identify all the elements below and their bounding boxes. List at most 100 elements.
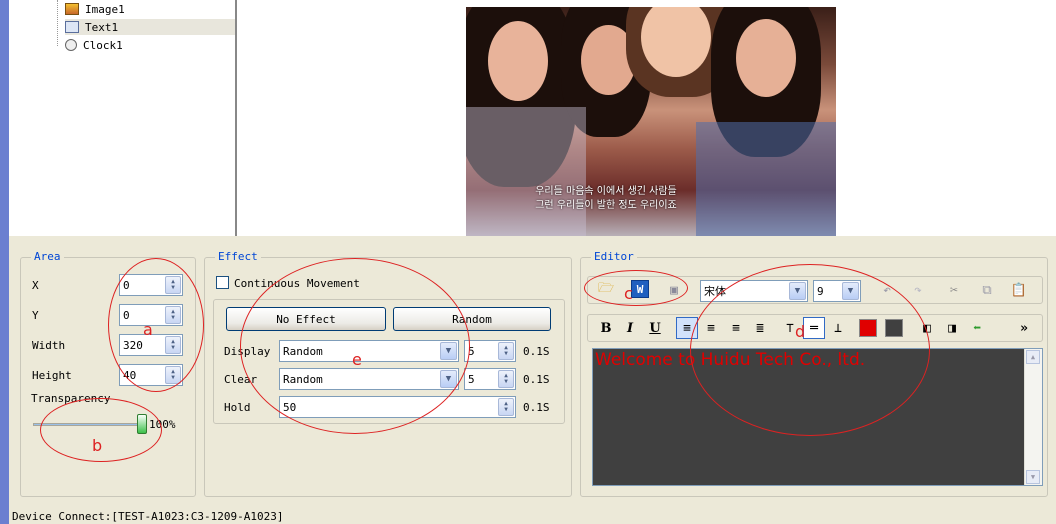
word-import-icon[interactable]: W: [631, 280, 649, 298]
transparency-slider-thumb[interactable]: [137, 414, 147, 434]
effect-group: Effect Continuous Movement No Effect Ran…: [204, 250, 572, 497]
scroll-down-icon[interactable]: ▼: [1026, 470, 1040, 484]
x-spinbox[interactable]: 0 ▲ ▼: [119, 274, 183, 296]
align-justify-icon[interactable]: ≣: [749, 317, 771, 339]
spin-arrows-icon[interactable]: ▲ ▼: [165, 306, 181, 324]
scroll-up-icon[interactable]: ▲: [1026, 350, 1040, 364]
align-right-icon[interactable]: ≡: [725, 317, 747, 339]
y-label: Y: [32, 309, 39, 322]
clear-label: Clear: [224, 373, 258, 386]
tree-item-label: Image1: [85, 2, 125, 16]
bold-button[interactable]: B: [595, 317, 617, 339]
clear-effect-select[interactable]: Random ▼: [279, 368, 459, 390]
send-back-icon[interactable]: ◨: [941, 317, 963, 339]
subtitle-line: 그런 우리들이 발한 정도 우리이죠: [535, 200, 677, 211]
spin-arrows-icon[interactable]: ▲ ▼: [165, 276, 181, 294]
font-select[interactable]: 宋体 ▼: [700, 280, 808, 302]
chevron-down-icon[interactable]: ▼: [789, 282, 806, 300]
bring-front-icon[interactable]: ◧: [916, 317, 938, 339]
text-editor-area[interactable]: Welcome to Huidu Tech Co., ltd. ▲ ▼: [592, 348, 1043, 486]
window-left-edge: [0, 0, 9, 236]
hold-spinbox[interactable]: 50 ▲ ▼: [279, 396, 516, 418]
random-label: Random: [452, 312, 492, 326]
clear-effect-value: Random: [283, 372, 323, 386]
font-size-select[interactable]: 9 ▼: [813, 280, 861, 302]
hold-label: Hold: [224, 401, 251, 414]
clear-speed-value: 5: [468, 372, 475, 386]
display-label: Display: [224, 345, 271, 358]
hold-value: 50: [283, 400, 297, 414]
underline-button[interactable]: U: [644, 317, 666, 339]
image-icon: [65, 3, 79, 15]
editor-title: Editor: [591, 250, 637, 263]
height-label: Height: [32, 369, 72, 382]
area-group: Area X 0 ▲ ▼ Y 0 ▲ ▼ Width 320 ▲ ▼ Height 4…: [20, 250, 196, 497]
transparency-slider-track[interactable]: [33, 423, 145, 426]
spin-arrows-icon[interactable]: ▲ ▼: [165, 366, 181, 384]
transparency-value: 100%: [149, 418, 176, 431]
paste-icon[interactable]: 📋: [1008, 279, 1030, 301]
random-button[interactable]: Random: [393, 307, 551, 331]
device-connect-status: Device Connect:[TEST-A1023:C3-1209-A1023…: [12, 510, 284, 523]
text-icon: [65, 21, 79, 33]
width-value: 320: [123, 338, 143, 352]
spin-arrows-icon[interactable]: ▲ ▼: [498, 398, 514, 416]
no-effect-button[interactable]: No Effect: [226, 307, 386, 331]
save-icon[interactable]: ▣: [663, 279, 685, 301]
clock-icon: [65, 39, 77, 51]
annotation-label-d: d: [795, 322, 806, 341]
font-size-value: 9: [817, 284, 824, 298]
redo-icon[interactable]: ↷: [907, 279, 929, 301]
width-label: Width: [32, 339, 66, 352]
italic-button[interactable]: I: [619, 317, 641, 339]
align-center-icon[interactable]: ≡: [700, 317, 722, 339]
valign-middle-icon[interactable]: ═: [803, 317, 825, 339]
tree-item-label: Text1: [85, 20, 119, 34]
display-speed-spinbox[interactable]: 5 ▲ ▼: [464, 340, 516, 362]
clear-speed-spinbox[interactable]: 5 ▲ ▼: [464, 368, 516, 390]
tree-item-label: Clock1: [83, 38, 123, 52]
height-spinbox[interactable]: 40 ▲ ▼: [119, 364, 183, 386]
program-tree[interactable]: Image1 Text1 Clock1: [9, 0, 237, 236]
align-left-icon[interactable]: ≡: [676, 317, 698, 339]
spin-arrows-icon[interactable]: ▲ ▼: [165, 336, 181, 354]
chevron-down-icon[interactable]: ▼: [440, 342, 457, 360]
transparency-label: Transparency: [31, 392, 111, 405]
open-folder-icon[interactable]: 🗁: [595, 279, 617, 301]
clear-unit: 0.1S: [523, 373, 550, 386]
tree-connector: [57, 0, 58, 46]
no-effect-label: No Effect: [276, 312, 336, 326]
annotation-label-a: a: [143, 320, 153, 339]
annotation-label-e: e: [352, 350, 362, 369]
tree-item-clock1[interactable]: Clock1: [65, 37, 123, 53]
copy-icon[interactable]: ⧉: [976, 279, 998, 301]
chevron-down-icon[interactable]: ▼: [440, 370, 457, 388]
tree-item-text1[interactable]: Text1: [65, 19, 235, 35]
text-color-button[interactable]: [859, 319, 877, 337]
continuous-movement-checkbox[interactable]: [216, 276, 229, 289]
editor-group: Editor 🗁 W ▣ 宋体 ▼ 9 ▼ ↶ ↷ ✂ ⧉ 📋 B I U ≡ …: [580, 250, 1048, 497]
font-value: 宋体: [704, 285, 726, 298]
continuous-movement-label: Continuous Movement: [234, 277, 360, 290]
spin-arrows-icon[interactable]: ▲ ▼: [498, 342, 514, 360]
subtitle-line: 우리들 마음속 이에서 생긴 사람들: [535, 186, 677, 197]
annotation-label-b: b: [92, 436, 103, 455]
display-unit: 0.1S: [523, 345, 550, 358]
editor-text: Welcome to Huidu Tech Co., ltd.: [595, 350, 866, 370]
valign-bottom-icon[interactable]: ⊥: [827, 317, 849, 339]
editor-scrollbar[interactable]: ▲ ▼: [1024, 349, 1042, 485]
preview-subtitle: 우리들 마음속 이에서 생긴 사람들 그런 우리들이 발한 정도 우리이죠: [496, 185, 716, 213]
cut-icon[interactable]: ✂: [943, 279, 965, 301]
display-speed-value: 5: [468, 344, 475, 358]
display-effect-select[interactable]: Random ▼: [279, 340, 459, 362]
chevron-down-icon[interactable]: ▼: [842, 282, 859, 300]
more-options-button[interactable]: »: [1013, 317, 1035, 339]
tree-item-image1[interactable]: Image1: [65, 1, 125, 17]
area-title: Area: [31, 250, 64, 263]
annotation-label-c: c: [624, 284, 633, 303]
undo-icon[interactable]: ↶: [876, 279, 898, 301]
spin-arrows-icon[interactable]: ▲ ▼: [498, 370, 514, 388]
background-color-button[interactable]: [885, 319, 903, 337]
effect-title: Effect: [215, 250, 261, 263]
arrow-left-icon[interactable]: ⬅: [966, 317, 988, 339]
